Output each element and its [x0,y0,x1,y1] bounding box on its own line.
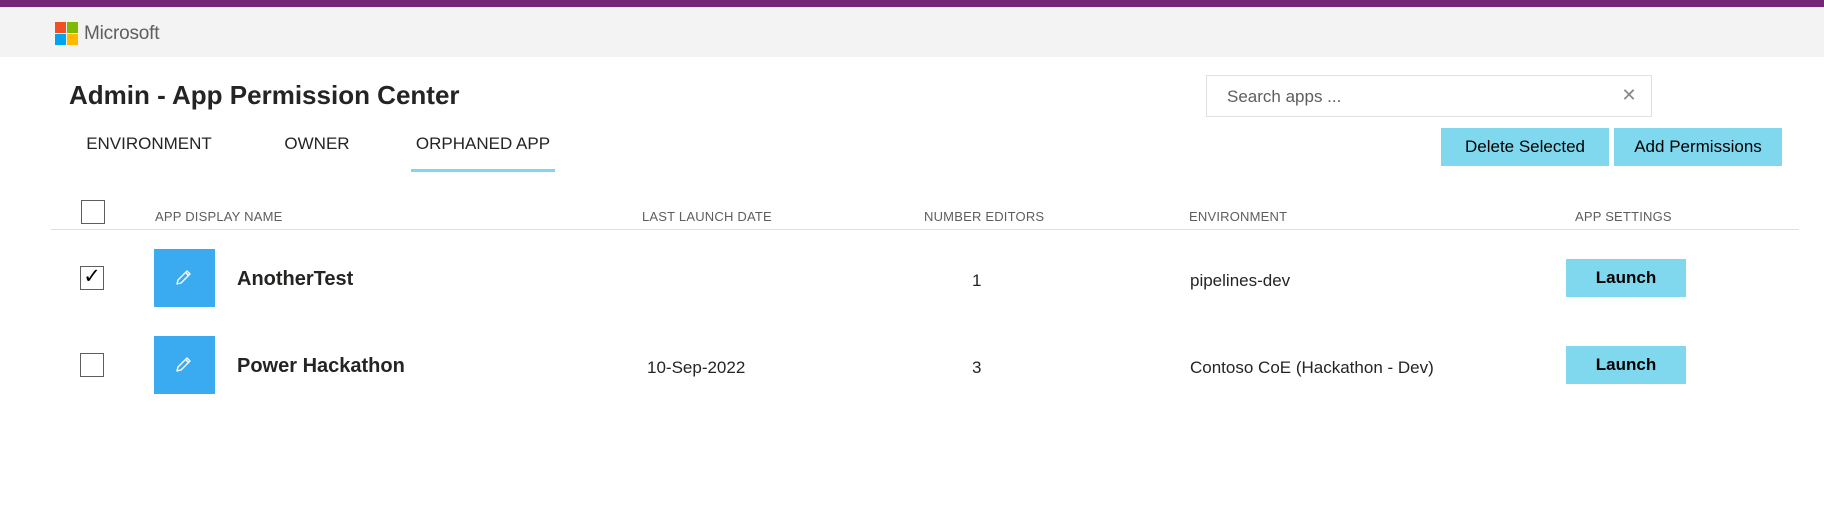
environment-name: Contoso CoE (Hackathon - Dev) [1190,358,1434,377]
accent-bar [0,0,1824,7]
table-header-divider [51,229,1799,230]
pencil-icon [176,270,191,285]
column-header-app-settings: APP SETTINGS [1575,209,1672,224]
column-header-editors: NUMBER EDITORS [924,209,1045,224]
microsoft-logo-icon [55,22,78,45]
column-header-app-name: APP DISPLAY NAME [155,209,283,224]
launch-button[interactable]: Launch [1566,259,1686,297]
brand-name: Microsoft [84,23,160,44]
tab-environment[interactable]: ENVIRONMENT [79,126,219,169]
checkmark-icon: ✓ [83,265,101,288]
app-name: AnotherTest [237,268,354,290]
editors-count: 3 [972,358,982,377]
header-bar: Microsoft [0,7,1824,57]
add-permissions-button[interactable]: Add Permissions [1614,128,1782,166]
launch-button[interactable]: Launch [1566,346,1686,384]
column-header-environment: ENVIRONMENT [1189,209,1288,224]
pencil-icon [176,357,191,372]
environment-name: pipelines-dev [1190,271,1291,290]
tab-owner[interactable]: OWNER [277,126,357,169]
delete-selected-button[interactable]: Delete Selected [1441,128,1609,166]
app-icon [154,336,215,394]
page-title: Admin - App Permission Center [69,80,460,110]
row-checkbox[interactable]: ✓ [80,265,104,290]
app-icon [154,249,215,307]
search-box: ✕ [1206,75,1652,118]
column-header-last-launch: LAST LAUNCH DATE [642,209,772,224]
app-name: Power Hackathon [237,355,405,377]
row-checkbox[interactable] [80,353,104,377]
tab-orphaned-app[interactable]: ORPHANED APP [411,126,555,172]
search-input[interactable] [1225,76,1609,118]
select-all-checkbox[interactable] [81,200,105,224]
last-launch-date: 10-Sep-2022 [647,358,746,377]
editors-count: 1 [972,271,982,290]
close-icon[interactable]: ✕ [1619,85,1639,105]
